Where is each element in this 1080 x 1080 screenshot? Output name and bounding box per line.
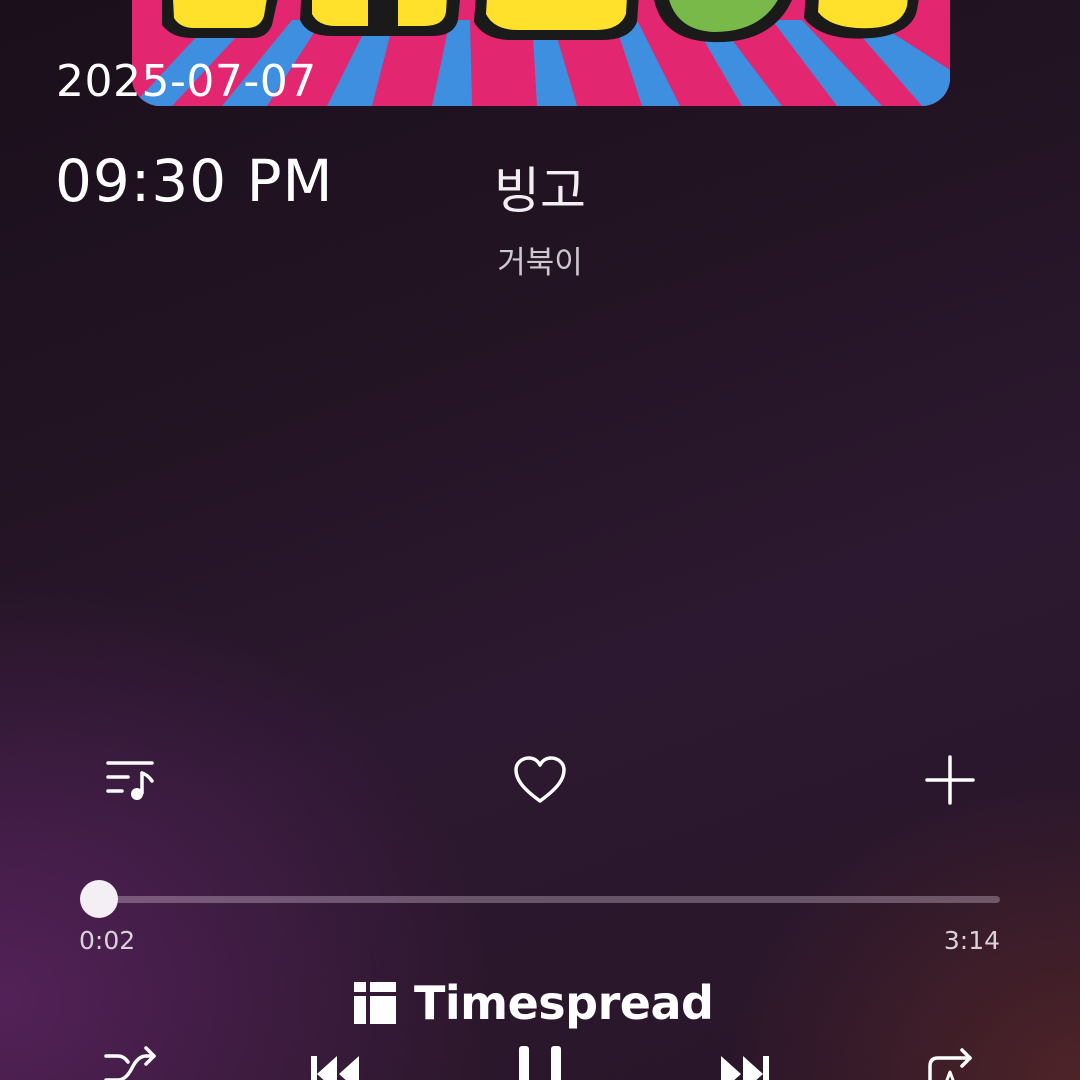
pause-icon [505,1042,575,1080]
song-artist[interactable]: 거북이 [0,248,1080,279]
seek-bar-thumb[interactable] [80,880,119,918]
elapsed-time: 0:02 [79,926,136,955]
repeat-icon [920,1042,980,1080]
shuffle-button[interactable] [95,1042,165,1080]
plus-icon [924,754,976,806]
previous-button[interactable] [298,1042,368,1080]
add-to-playlist-button[interactable] [920,752,980,808]
queue-button[interactable] [100,752,160,808]
queue-music-icon [104,757,156,803]
repeat-button[interactable] [915,1042,985,1080]
next-button[interactable] [712,1042,782,1080]
like-button[interactable] [510,752,570,808]
seek-bar[interactable] [80,880,1000,918]
song-title: 빙고 [494,162,586,220]
shuffle-icon [102,1042,158,1080]
watermark: Timespread [354,976,714,1030]
timespread-logo-icon [354,982,396,1024]
total-duration: 3:14 [943,926,1000,955]
skip-previous-icon [301,1042,365,1080]
heart-outline-icon [512,755,568,805]
play-pause-button[interactable] [505,1042,575,1080]
date-stamp: 2025-07-07 [56,56,317,107]
skip-next-icon [715,1042,779,1080]
watermark-text: Timespread [414,976,714,1030]
